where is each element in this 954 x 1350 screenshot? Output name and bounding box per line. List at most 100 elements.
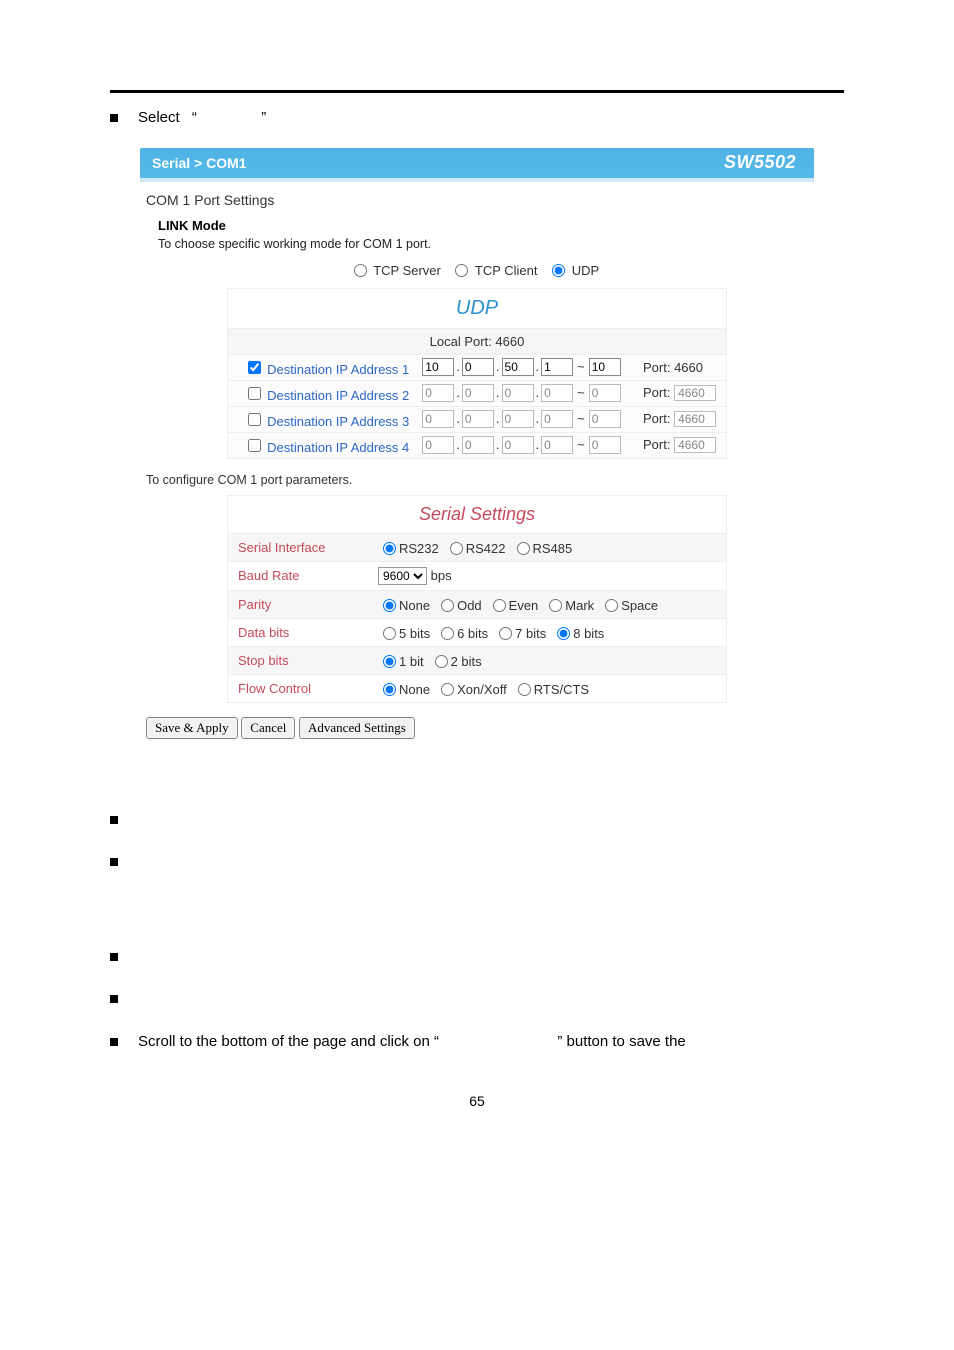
dest-ip-3-octet-3[interactable] [502,410,534,428]
port-label-text: Port: [643,385,674,400]
dest-ip-1-octet-1[interactable] [422,358,454,376]
dest-ip-4-octet-3[interactable] [502,436,534,454]
serial_interface-opt-0[interactable]: RS232 [378,541,439,556]
link-mode-sub: To choose specific working mode for COM … [158,237,814,251]
mode-tcpclient[interactable]: TCP Client [450,263,537,278]
data_bits-opt-2[interactable]: 7 bits [494,626,546,641]
bullet-icon [110,114,118,122]
advanced-settings-button[interactable]: Advanced Settings [299,717,415,739]
mode-tcpserver[interactable]: TCP Server [349,263,441,278]
range-tilde: ~ [573,359,589,374]
dest-ip-1-label: Destination IP Address 1 [264,362,410,377]
top-rule [110,90,844,93]
mode-tcpserver-label: TCP Server [373,263,441,278]
dest-ip-4-port-cell: Port: 4660 [638,432,727,458]
dest-ip-3-octet-1[interactable] [422,410,454,428]
range-tilde: ~ [573,385,589,400]
dest-ip-1-range-end[interactable] [589,358,621,376]
baud_rate-unit: bps [427,568,452,583]
parity-row: Parity None Odd Even Mark Space [228,590,727,618]
data_bits-opt-1[interactable]: 6 bits [436,626,488,641]
dest-ip-2-octet-1[interactable] [422,384,454,402]
stop_bits-row: Stop bits 1 bit 2 bits [228,646,727,674]
parity-opt-1[interactable]: Odd [436,598,482,613]
flow_control-opt-1[interactable]: Xon/Xoff [436,682,507,697]
port-label-text: Port: [643,411,674,426]
parity-opt-0-label: None [399,598,430,613]
dest-ip-4-port-value[interactable]: 4660 [674,437,716,453]
flow_control-label: Flow Control [228,674,369,702]
dest-ip-1-checkbox[interactable] [248,361,261,374]
dest-ip-1-port-cell: Port: 4660 [638,354,727,380]
serial_interface-label: Serial Interface [228,533,369,561]
section-title: COM 1 Port Settings [146,192,814,208]
ip-dot: . [494,411,502,426]
parity-opt-4[interactable]: Space [600,598,658,613]
dest-ip-3-octet-2[interactable] [462,410,494,428]
flow_control-opt-0[interactable]: None [378,682,430,697]
data_bits-value-cell: 5 bits 6 bits 7 bits 8 bits [368,618,727,646]
stop_bits-opt-0[interactable]: 1 bit [378,654,424,669]
dest-ip-2-label-cell: Destination IP Address 2 [228,380,418,406]
serial_interface-opt-2[interactable]: RS485 [512,541,573,556]
serial_interface-opt-2-label: RS485 [533,541,573,556]
intro-prefix: Select [138,109,184,126]
ip-dot: . [534,411,542,426]
dest-ip-3-port-value[interactable]: 4660 [674,411,716,427]
bullet-icon [110,1038,118,1046]
breadcrumb: Serial > COM1 [140,155,247,171]
dest-ip-4-checkbox[interactable] [248,439,261,452]
parity-opt-3[interactable]: Mark [544,598,594,613]
flow_control-opt-2[interactable]: RTS/CTS [513,682,589,697]
parity-opt-2[interactable]: Even [488,598,539,613]
dest-ip-3-checkbox[interactable] [248,413,261,426]
intro-bullet: Select “ ” [110,107,844,130]
udp-table: UDP Local Port: 4660 Destination IP Addr… [227,288,727,459]
dest-ip-4-octet-4[interactable] [541,436,573,454]
dest-ip-2-octet-3[interactable] [502,384,534,402]
dest-ip-2-range-end[interactable] [589,384,621,402]
serial_interface-opt-0-label: RS232 [399,541,439,556]
dest-ip-2-octet-2[interactable] [462,384,494,402]
stop_bits-label: Stop bits [228,646,369,674]
flow_control-opt-2-label: RTS/CTS [534,682,589,697]
mode-udp[interactable]: UDP [547,263,599,278]
data_bits-opt-2-label: 7 bits [515,626,546,641]
local-port-value: 4660 [495,334,524,349]
bullet-icon [110,953,118,961]
dest-ip-1-octet-2[interactable] [462,358,494,376]
save-apply-button[interactable]: Save & Apply [146,717,238,739]
final-bullet-a: Scroll to the bottom of the page and cli… [138,1033,439,1050]
data_bits-opt-0[interactable]: 5 bits [378,626,430,641]
dest-ip-2-octet-4[interactable] [541,384,573,402]
ip-dot: . [454,359,462,374]
dest-ip-1-octet-3[interactable] [502,358,534,376]
dest-ip-2-checkbox[interactable] [248,387,261,400]
dest-ip-4-octet-1[interactable] [422,436,454,454]
panel-header: Serial > COM1 SW5502 [140,148,814,178]
mode-tcpclient-label: TCP Client [475,263,538,278]
ip-dot: . [494,437,502,452]
data_bits-opt-3[interactable]: 8 bits [552,626,604,641]
model-badge: SW5502 [724,152,796,173]
bullet-empty-3 [110,946,844,969]
serial_interface-opt-1[interactable]: RS422 [445,541,506,556]
ip-dot: . [454,437,462,452]
dest-ip-4-octet-2[interactable] [462,436,494,454]
ip-dot: . [534,437,542,452]
dest-ip-3-range-end[interactable] [589,410,621,428]
dest-ip-4-range-end[interactable] [589,436,621,454]
baud_rate-select[interactable]: 9600 [378,567,427,585]
dest-ip-3-octet-4[interactable] [541,410,573,428]
dest-ip-2-port-value[interactable]: 4660 [674,385,716,401]
dest-ip-4-row: Destination IP Address 4...~Port: 4660 [228,432,727,458]
data_bits-opt-1-label: 6 bits [457,626,488,641]
parity-label: Parity [228,590,369,618]
lower-bullets: Scroll to the bottom of the page and cli… [110,809,844,1054]
dest-ip-1-ip-cell: ...~ [417,354,638,380]
cancel-button[interactable]: Cancel [241,717,295,739]
stop_bits-opt-1[interactable]: 2 bits [430,654,482,669]
range-tilde: ~ [573,411,589,426]
parity-opt-0[interactable]: None [378,598,430,613]
dest-ip-1-octet-4[interactable] [541,358,573,376]
